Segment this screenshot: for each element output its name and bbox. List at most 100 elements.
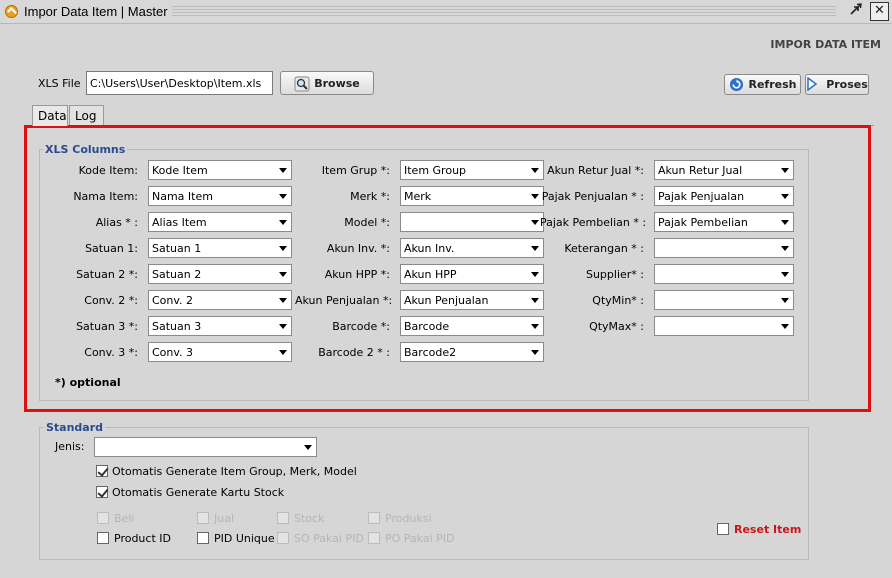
- combo-merk[interactable]: Merk: [400, 186, 544, 206]
- label-satuan-1: Satuan 1:: [85, 242, 138, 255]
- combo-value: Conv. 3: [152, 346, 194, 359]
- reset-item-checkbox[interactable]: [717, 523, 729, 535]
- combo-akun-retur-jual[interactable]: Akun Retur Jual: [654, 160, 794, 180]
- combo-model[interactable]: [400, 212, 544, 232]
- combo-akun-inv[interactable]: Akun Inv.: [400, 238, 544, 258]
- combo-nama-item[interactable]: Nama Item: [148, 186, 292, 206]
- produksi-label: Produksi: [385, 512, 432, 525]
- chevron-down-icon: [781, 194, 789, 199]
- combo-satuan-2[interactable]: Satuan 2: [148, 264, 292, 284]
- reset-item-label: Reset Item: [734, 523, 802, 536]
- title-bar-grip: [172, 6, 836, 18]
- combo-value: Akun Inv.: [404, 242, 455, 255]
- chevron-down-icon: [781, 220, 789, 225]
- combo-supplier[interactable]: [654, 264, 794, 284]
- pid-unique-label: PID Unique: [214, 532, 275, 545]
- combo-pajak-penjualan[interactable]: Pajak Penjualan: [654, 186, 794, 206]
- proses-button[interactable]: Proses: [805, 74, 869, 95]
- auto-kartu-label: Otomatis Generate Kartu Stock: [112, 486, 285, 499]
- so-pakai-pid-checkbox[interactable]: [277, 532, 289, 544]
- combo-value: Satuan 1: [152, 242, 202, 255]
- combo-barcode[interactable]: Barcode: [400, 316, 544, 336]
- standard-title: Standard: [44, 421, 106, 434]
- chevron-down-icon: [531, 194, 539, 199]
- xls-columns-title: XLS Columns: [43, 143, 128, 156]
- jual-label: Jual: [214, 512, 235, 525]
- label-akun-retur-jual: Akun Retur Jual *:: [547, 164, 644, 177]
- label-akun-penjualan: Akun Penjualan *:: [295, 294, 393, 307]
- auto-group-checkbox[interactable]: [96, 465, 108, 477]
- combo-value: Alias Item: [152, 216, 207, 229]
- label-merk: Merk *:: [350, 190, 390, 203]
- chevron-down-icon: [279, 324, 287, 329]
- po-pakai-pid-label: PO Pakai PID: [385, 532, 455, 545]
- chevron-down-icon: [531, 220, 539, 225]
- chevron-down-icon: [531, 324, 539, 329]
- combo-value: Pajak Penjualan: [658, 190, 745, 203]
- stock-checkbox[interactable]: [277, 512, 289, 524]
- combo-value: Akun Penjualan: [404, 294, 489, 307]
- combo-akun-hpp[interactable]: Akun HPP: [400, 264, 544, 284]
- browse-label: Browse: [314, 76, 360, 90]
- chevron-down-icon: [304, 445, 312, 450]
- tab-log[interactable]: Log: [69, 105, 104, 125]
- beli-checkbox[interactable]: [97, 512, 109, 524]
- jenis-label: Jenis:: [55, 440, 85, 453]
- label-item-grup: Item Grup *:: [321, 164, 390, 177]
- combo-conv-2[interactable]: Conv. 2: [148, 290, 292, 310]
- jual-checkbox[interactable]: [197, 512, 209, 524]
- pid-unique-checkbox[interactable]: [197, 532, 209, 544]
- label-qtymin: QtyMin* :: [592, 294, 644, 307]
- combo-value: Pajak Pembelian: [658, 216, 748, 229]
- combo-keterangan[interactable]: [654, 238, 794, 258]
- label-qtymax: QtyMax* :: [589, 320, 644, 333]
- restore-icon[interactable]: [846, 2, 865, 21]
- magnifier-icon: [294, 76, 310, 91]
- chevron-down-icon: [531, 246, 539, 251]
- combo-value: Conv. 2: [152, 294, 194, 307]
- chevron-down-icon: [279, 194, 287, 199]
- page-header: IMPOR DATA ITEM: [770, 38, 881, 51]
- chevron-down-icon: [279, 298, 287, 303]
- combo-barcode-2[interactable]: Barcode2: [400, 342, 544, 362]
- combo-qtymax[interactable]: [654, 316, 794, 336]
- label-model: Model *:: [344, 216, 390, 229]
- combo-value: Barcode2: [404, 346, 457, 359]
- label-pajak-pembelian: Pajak Pembelian * :: [540, 216, 647, 229]
- chevron-down-icon: [279, 350, 287, 355]
- combo-value: Satuan 2: [152, 268, 202, 281]
- combo-jenis[interactable]: [94, 437, 317, 457]
- product-id-checkbox[interactable]: [97, 532, 109, 544]
- product-id-label: Product ID: [114, 532, 171, 545]
- arrow-right-icon: [806, 76, 821, 92]
- chevron-down-icon: [279, 272, 287, 277]
- po-pakai-pid-checkbox[interactable]: [368, 532, 380, 544]
- auto-kartu-checkbox[interactable]: [96, 486, 108, 498]
- stock-label: Stock: [294, 512, 325, 525]
- chevron-down-icon: [531, 298, 539, 303]
- combo-satuan-1[interactable]: Satuan 1: [148, 238, 292, 258]
- xls-file-input[interactable]: C:\Users\User\Desktop\Item.xls: [86, 71, 273, 95]
- app-icon: [5, 5, 18, 18]
- combo-pajak-pembelian[interactable]: Pajak Pembelian: [654, 212, 794, 232]
- label-barcode: Barcode *:: [332, 320, 390, 333]
- combo-kode-item[interactable]: Kode Item: [148, 160, 292, 180]
- produksi-checkbox[interactable]: [368, 512, 380, 524]
- chevron-down-icon: [531, 350, 539, 355]
- combo-item-grup[interactable]: Item Group: [400, 160, 544, 180]
- tab-data[interactable]: Data: [32, 105, 68, 126]
- label-akun-inv: Akun Inv. *:: [326, 242, 390, 255]
- combo-value: Item Group: [404, 164, 467, 177]
- browse-button[interactable]: Browse: [280, 71, 374, 95]
- refresh-icon: [729, 77, 744, 92]
- combo-satuan-3[interactable]: Satuan 3: [148, 316, 292, 336]
- combo-alias[interactable]: Alias Item: [148, 212, 292, 232]
- combo-qtymin[interactable]: [654, 290, 794, 310]
- combo-conv-3[interactable]: Conv. 3: [148, 342, 292, 362]
- combo-value: Akun Retur Jual: [658, 164, 743, 177]
- chevron-down-icon: [781, 168, 789, 173]
- combo-value: Nama Item: [152, 190, 213, 203]
- refresh-button[interactable]: Refresh: [724, 74, 801, 95]
- combo-akun-penjualan[interactable]: Akun Penjualan: [400, 290, 544, 310]
- close-icon[interactable]: ✕: [870, 2, 889, 21]
